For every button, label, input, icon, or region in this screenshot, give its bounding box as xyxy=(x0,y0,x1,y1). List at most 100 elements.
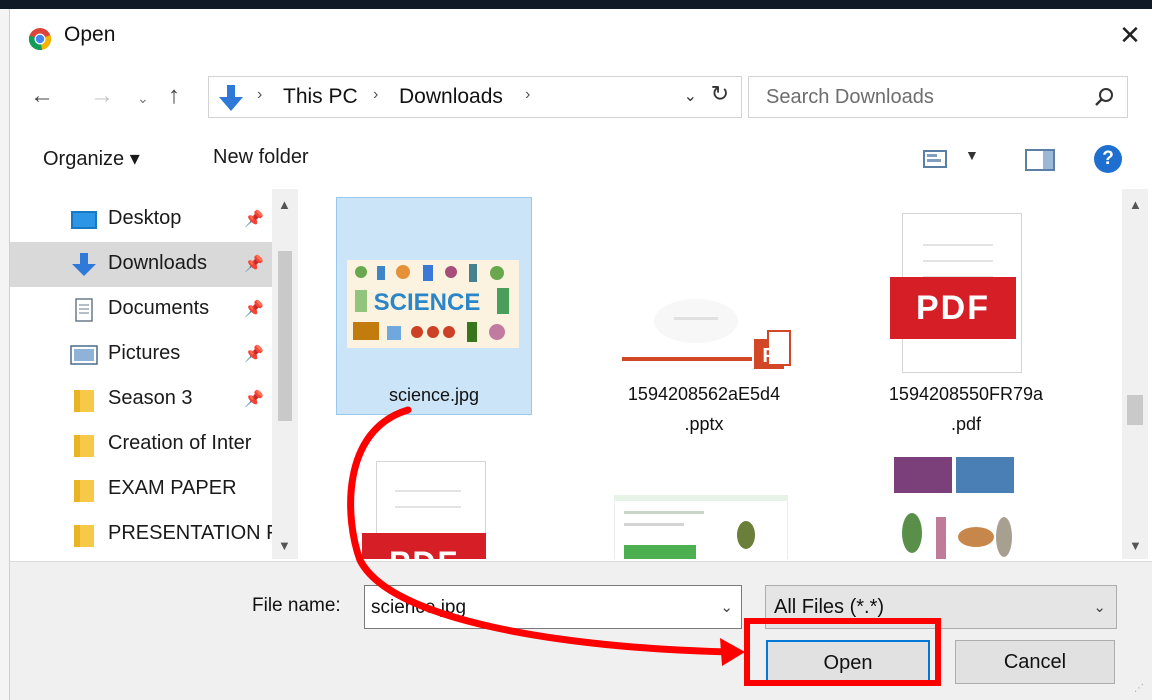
recent-locations-chevron-icon[interactable]: ⌄ xyxy=(137,83,149,113)
background-window-edge xyxy=(0,9,10,700)
folder-icon xyxy=(74,435,94,457)
sidebar-item-documents[interactable]: Documents 📌 xyxy=(10,287,272,332)
file-type-select[interactable]: All Files (*.*) ⌄ xyxy=(765,585,1117,629)
breadcrumb-separator-icon: › xyxy=(373,86,379,103)
sidebar-item-label: Creation of Inter xyxy=(108,432,252,454)
search-placeholder: Search Downloads xyxy=(766,86,934,108)
sidebar-item-pictures[interactable]: Pictures 📌 xyxy=(10,332,272,377)
file-item-document-image[interactable] xyxy=(606,451,802,559)
sidebar-item-season-3[interactable]: Season 3 📌 xyxy=(10,377,272,422)
search-icon xyxy=(1095,88,1113,106)
sidebar-item-presentation[interactable]: PRESENTATION F xyxy=(10,512,278,557)
sidebar-item-label: Downloads xyxy=(108,252,207,274)
scroll-up-icon[interactable]: ▲ xyxy=(278,197,291,212)
sidebar-item-desktop[interactable]: Desktop 📌 xyxy=(10,197,272,242)
pdf-badge: PDF xyxy=(362,533,486,559)
file-name-input[interactable]: science.jpg ⌄ xyxy=(364,585,742,629)
scroll-down-icon[interactable]: ▼ xyxy=(278,538,291,553)
pptx-thumbnail: P xyxy=(622,299,791,369)
scrollbar-thumb[interactable] xyxy=(1127,395,1143,425)
scroll-down-icon[interactable]: ▼ xyxy=(1129,538,1142,553)
sidebar-item-creation-of-inter[interactable]: Creation of Inter xyxy=(10,422,272,467)
file-item-pdf-2[interactable]: PDF xyxy=(336,451,532,559)
help-icon[interactable]: ? xyxy=(1094,145,1122,173)
desktop-icon xyxy=(71,211,97,229)
pin-icon[interactable]: 📌 xyxy=(244,209,264,229)
close-button[interactable]: ✕ xyxy=(1116,21,1144,49)
dialog-title: Open xyxy=(64,23,116,46)
breadcrumb-separator-icon[interactable]: › xyxy=(525,86,530,104)
up-arrow-icon[interactable]: ↑ xyxy=(168,81,180,111)
image-thumbnail xyxy=(894,457,1014,559)
sidebar-item-label: EXAM PAPER xyxy=(108,477,237,499)
navigation-pane: Desktop 📌 Downloads 📌 Documents 📌 Pictur… xyxy=(10,189,298,559)
science-thumbnail-text: SCIENCE xyxy=(374,289,481,316)
forward-arrow-icon[interactable]: → xyxy=(90,81,114,111)
new-folder-button[interactable]: New folder xyxy=(213,146,309,169)
file-name-label: File name: xyxy=(252,595,341,616)
pdf-badge: PDF xyxy=(890,277,1016,339)
downloads-arrow-icon xyxy=(219,85,243,111)
sidebar-item-label: PRESENTATION F xyxy=(108,522,279,544)
sidebar-item-label: Documents xyxy=(108,297,210,319)
pin-icon[interactable]: 📌 xyxy=(244,254,264,274)
downloads-icon xyxy=(72,253,96,276)
sidebar-item-exam-paper[interactable]: EXAM PAPER xyxy=(10,467,272,512)
chrome-logo-icon xyxy=(28,28,52,50)
science-thumbnail: SCIENCE xyxy=(347,260,519,348)
organize-button[interactable]: Organize ▾ xyxy=(43,146,140,171)
breadcrumb-downloads[interactable]: Downloads xyxy=(399,85,503,109)
file-name-value: science.jpg xyxy=(371,597,467,618)
sidebar-item-downloads[interactable]: Downloads 📌 xyxy=(10,242,272,287)
open-button[interactable]: Open xyxy=(766,640,930,684)
address-bar[interactable]: › This PC › Downloads › ⌄ ↻ xyxy=(208,76,742,118)
file-name-extension: .pptx xyxy=(684,414,724,434)
change-view-icon[interactable] xyxy=(923,149,947,169)
pictures-icon xyxy=(70,345,98,365)
pin-icon[interactable]: 📌 xyxy=(244,389,264,409)
resize-grip-icon[interactable]: ⋰ xyxy=(1134,683,1144,694)
file-name-dropdown-icon[interactable]: ⌄ xyxy=(720,598,733,616)
file-item-pptx[interactable]: P 1594208562aE5d4 .pptx xyxy=(606,197,802,434)
address-dropdown-icon[interactable]: ⌄ xyxy=(684,86,697,106)
folder-icon xyxy=(74,480,94,502)
file-name-extension: .pdf xyxy=(950,414,982,434)
sidebar-item-label: Season 3 xyxy=(108,387,193,409)
title-bar: Open ✕ xyxy=(10,9,1152,64)
document-image-thumbnail xyxy=(614,495,788,559)
address-row: ← → ⌄ ↑ › This PC › Downloads › ⌄ ↻ Sear… xyxy=(10,73,1152,123)
breadcrumb-separator-icon: › xyxy=(257,86,263,103)
back-arrow-icon[interactable]: ← xyxy=(30,81,54,111)
documents-icon xyxy=(75,298,93,322)
view-options-dropdown-icon[interactable]: ▼ xyxy=(965,147,979,163)
file-type-dropdown-icon[interactable]: ⌄ xyxy=(1093,598,1106,616)
file-list-scrollbar[interactable]: ▲ ▼ xyxy=(1122,189,1148,559)
background-window-strip xyxy=(0,0,1152,9)
folder-icon xyxy=(74,525,94,547)
file-name: 1594208550FR79a xyxy=(888,384,1044,404)
sidebar-item-label: Pictures xyxy=(108,342,181,364)
file-list: SCIENCE science.jpg P 1594208562aE5d4 .p… xyxy=(302,189,1122,559)
dialog-footer: File name: science.jpg ⌄ All Files (*.*)… xyxy=(10,561,1152,700)
file-item-pdf[interactable]: PDF 1594208550FR79a .pdf xyxy=(868,197,1064,434)
file-name: science.jpg xyxy=(388,385,480,405)
navigation-scrollbar[interactable]: ▲ ▼ xyxy=(272,189,298,559)
file-name: 1594208562aE5d4 xyxy=(627,384,781,404)
scrollbar-thumb[interactable] xyxy=(278,251,292,421)
file-item-science-jpg[interactable]: SCIENCE science.jpg xyxy=(336,197,532,415)
pin-icon[interactable]: 📌 xyxy=(244,299,264,319)
cancel-button[interactable]: Cancel xyxy=(955,640,1115,684)
breadcrumb-this-pc[interactable]: This PC xyxy=(283,85,358,109)
open-file-dialog: Open ✕ ← → ⌄ ↑ › This PC › Downloads › ⌄… xyxy=(10,9,1152,700)
pin-icon[interactable]: 📌 xyxy=(244,344,264,364)
file-item-image[interactable] xyxy=(868,451,1064,559)
search-input[interactable]: Search Downloads xyxy=(748,76,1128,118)
sidebar-item-label: Desktop xyxy=(108,207,182,229)
scroll-up-icon[interactable]: ▲ xyxy=(1129,197,1142,212)
command-bar: Organize ▾ New folder ▼ ? xyxy=(10,135,1152,185)
file-type-value: All Files (*.*) xyxy=(774,596,885,618)
powerpoint-icon: P xyxy=(762,345,775,367)
folder-icon xyxy=(74,390,94,412)
preview-pane-icon[interactable] xyxy=(1025,149,1055,171)
refresh-icon[interactable]: ↻ xyxy=(711,81,729,107)
